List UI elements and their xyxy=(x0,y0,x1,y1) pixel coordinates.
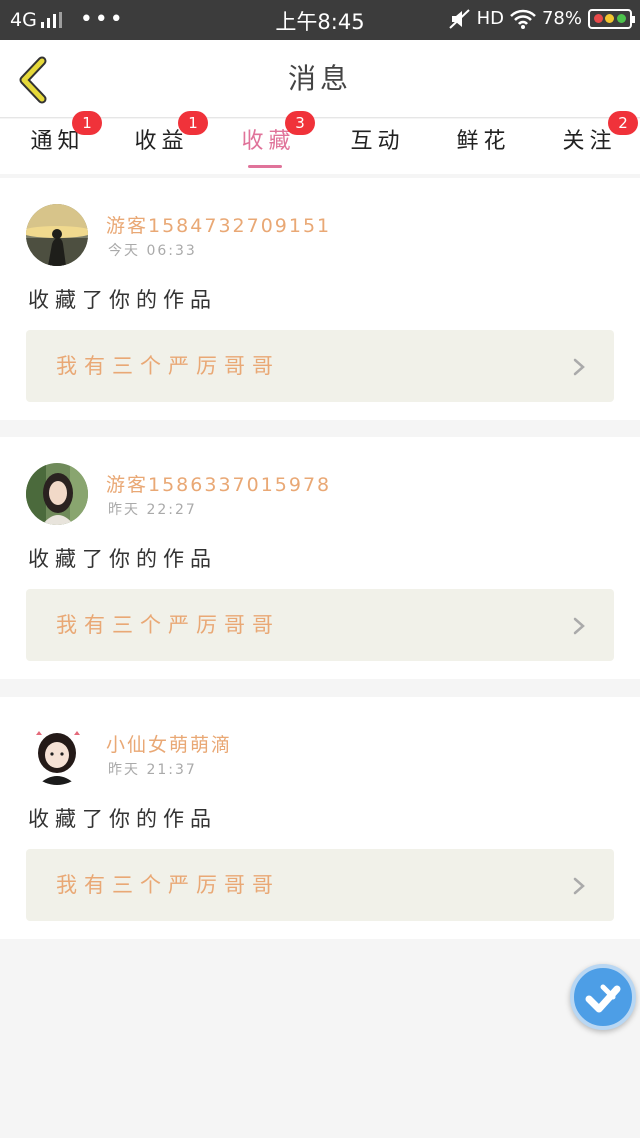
hd-label: HD xyxy=(476,8,504,29)
message-card: 小仙女萌萌滴 昨天 21:37 收藏了你的作品 我有三个严厉哥哥 xyxy=(0,697,640,939)
avatar[interactable] xyxy=(26,463,88,525)
message-action: 收藏了你的作品 xyxy=(28,288,217,312)
app-header: 消息 xyxy=(0,40,640,118)
message-action: 收藏了你的作品 xyxy=(28,807,217,831)
badge: 1 xyxy=(72,111,102,135)
user-name[interactable]: 游客15847327091​51 xyxy=(106,211,331,238)
chevron-right-icon xyxy=(573,617,585,635)
tab-follow[interactable]: 关注 2 xyxy=(532,111,640,174)
floating-shortcut-button[interactable] xyxy=(570,964,636,1030)
active-tab-indicator xyxy=(248,165,282,168)
battery-percent: 78% xyxy=(541,8,582,29)
work-card[interactable]: 我有三个严厉哥哥 xyxy=(26,589,614,661)
message-time: 昨天 22:27 xyxy=(108,502,197,518)
tab-favorites[interactable]: 收藏 3 xyxy=(211,111,321,174)
user-name[interactable]: 小仙女萌萌滴 xyxy=(106,730,232,757)
chevron-right-icon xyxy=(573,877,585,895)
tab-earnings[interactable]: 收益 1 xyxy=(104,111,214,174)
badge: 3 xyxy=(285,111,315,135)
avatar[interactable] xyxy=(26,723,88,785)
message-card: 游客15847327091​51 今天 06:33 收藏了你的作品 我有三个严厉… xyxy=(0,178,640,420)
work-card[interactable]: 我有三个严厉哥哥 xyxy=(26,849,614,921)
work-card[interactable]: 我有三个严厉哥哥 xyxy=(26,330,614,402)
work-title: 我有三个严厉哥哥 xyxy=(56,613,280,637)
shortcut-icon xyxy=(585,984,621,1013)
message-action: 收藏了你的作品 xyxy=(28,547,217,571)
work-title: 我有三个严厉哥哥 xyxy=(56,354,280,378)
mute-icon xyxy=(448,8,470,29)
tab-label: 互动 xyxy=(350,129,405,154)
tab-notice[interactable]: 通知 1 xyxy=(0,111,110,174)
wifi-icon xyxy=(510,9,536,29)
avatar[interactable] xyxy=(26,204,88,266)
tab-flowers[interactable]: 鲜花 xyxy=(426,119,536,174)
page-title: 消息 xyxy=(287,62,352,95)
tab-interaction[interactable]: 互动 xyxy=(320,119,430,174)
battery-icon xyxy=(588,8,635,29)
tab-label: 鲜花 xyxy=(456,129,511,154)
tab-bar: 通知 1 收益 1 收藏 3 互动 鲜花 关注 2 xyxy=(0,111,640,174)
chevron-right-icon xyxy=(573,358,585,376)
message-time: 昨天 21:37 xyxy=(108,762,197,778)
user-name[interactable]: 游客15863370159​78 xyxy=(106,470,331,497)
work-title: 我有三个严厉哥哥 xyxy=(56,873,280,897)
message-card: 游客15863370159​78 昨天 22:27 收藏了你的作品 我有三个严厉… xyxy=(0,437,640,679)
status-right: HD 78% xyxy=(448,8,635,29)
badge: 1 xyxy=(178,111,208,135)
message-time: 今天 06:33 xyxy=(108,243,197,259)
status-bar: 4G ••• 上午8:45 HD 78% xyxy=(0,0,640,40)
badge: 2 xyxy=(608,111,638,135)
